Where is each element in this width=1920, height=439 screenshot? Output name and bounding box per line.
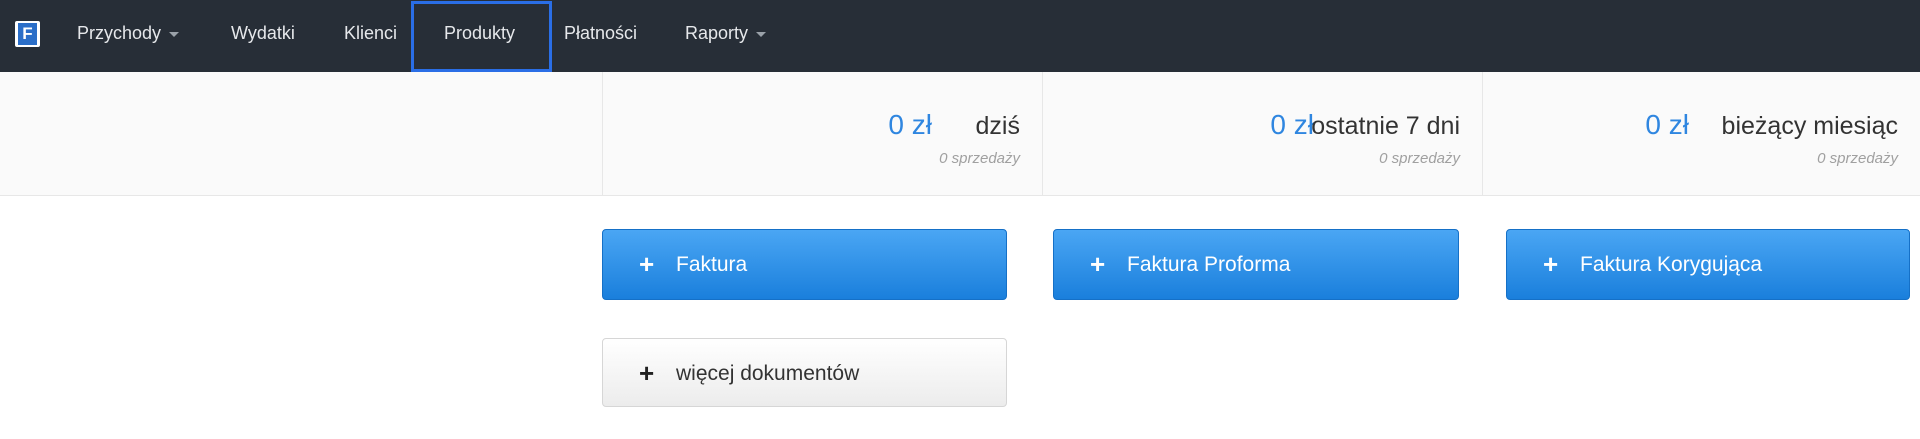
button-label: Faktura bbox=[676, 253, 748, 276]
nav-item-label: Przychody bbox=[77, 23, 162, 43]
plus-icon: + bbox=[639, 249, 655, 279]
plus-icon: + bbox=[1543, 249, 1559, 279]
nav-item-klienci[interactable]: Klienci bbox=[344, 0, 397, 72]
stat-period: ostatnie 7 dni bbox=[1311, 112, 1460, 140]
button-label: Faktura Proforma bbox=[1127, 253, 1291, 276]
nav-item-przychody[interactable]: Przychody bbox=[77, 0, 180, 72]
nav-item-label: Wydatki bbox=[231, 23, 295, 43]
stat-amount: 0 zł bbox=[888, 109, 932, 140]
stat-current-month: 0 zł bieżący miesiąc 0 sprzedaży bbox=[1482, 72, 1920, 196]
plus-icon: + bbox=[1090, 249, 1106, 279]
nav-item-label: Płatności bbox=[564, 23, 638, 43]
nav-item-raporty[interactable]: Raporty bbox=[685, 0, 767, 72]
stat-amount: 0 zł bbox=[1645, 109, 1689, 140]
more-documents-button[interactable]: + więcej dokumentów bbox=[602, 338, 1007, 407]
button-label: więcej dokumentów bbox=[676, 362, 860, 385]
stat-period: bieżący miesiąc bbox=[1721, 112, 1898, 140]
add-proforma-invoice-button[interactable]: + Faktura Proforma bbox=[1053, 229, 1459, 300]
nav-item-label: Raporty bbox=[685, 23, 749, 43]
nav-item-platnosci[interactable]: Płatności bbox=[564, 0, 637, 72]
nav-item-wydatki[interactable]: Wydatki bbox=[231, 0, 295, 72]
chevron-down-icon bbox=[169, 31, 180, 37]
nav-item-label: Klienci bbox=[344, 23, 398, 43]
add-correction-invoice-button[interactable]: + Faktura Korygująca bbox=[1506, 229, 1910, 300]
stat-period: dziś bbox=[975, 112, 1020, 140]
chevron-down-icon bbox=[756, 31, 767, 37]
stat-amount: 0 zł bbox=[1270, 109, 1314, 140]
stat-sales-count: 0 sprzedaży bbox=[1817, 150, 1898, 167]
active-nav-highlight bbox=[411, 1, 552, 72]
button-label: Faktura Korygująca bbox=[1580, 253, 1763, 276]
top-navbar: F Przychody Wydatki Klienci Produkty Pła… bbox=[0, 0, 1920, 72]
stat-sales-count: 0 sprzedaży bbox=[1379, 150, 1460, 167]
sales-summary: 0 zł dziś 0 sprzedaży 0 zł ostatnie 7 dn… bbox=[0, 72, 1920, 196]
plus-icon: + bbox=[639, 358, 655, 388]
app-logo-letter: F bbox=[18, 23, 37, 45]
stat-today: 0 zł dziś 0 sprzedaży bbox=[602, 72, 1042, 196]
stat-sales-count: 0 sprzedaży bbox=[939, 150, 1020, 167]
stat-last-7-days: 0 zł ostatnie 7 dni 0 sprzedaży bbox=[1042, 72, 1482, 196]
app-logo[interactable]: F bbox=[15, 21, 40, 47]
add-invoice-button[interactable]: + Faktura bbox=[602, 229, 1007, 300]
